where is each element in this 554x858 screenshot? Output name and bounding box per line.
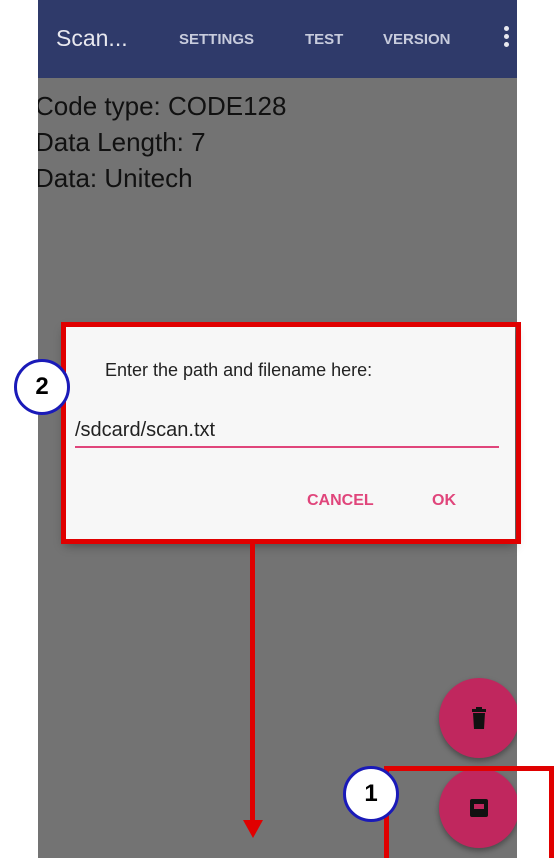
menu-settings[interactable]: SETTINGS (179, 31, 254, 48)
annotation-badge-2: 2 (14, 359, 70, 415)
more-vert-icon[interactable] (504, 26, 510, 52)
menu-test[interactable]: TEST (305, 31, 343, 48)
arrow-line (250, 544, 255, 824)
annotation-badge-1: 1 (343, 766, 399, 822)
fab-highlight-top (384, 766, 554, 771)
app-title: Scan... (56, 25, 128, 51)
arrow-down-icon (243, 820, 263, 838)
menu-version[interactable]: VERSION (383, 31, 451, 48)
data-length-text: Data Length: 7 (38, 127, 206, 157)
code-type-text: Code type: CODE128 (38, 91, 287, 121)
app-bar: Scan... SETTINGS TEST VERSION (38, 0, 517, 78)
save-icon (470, 799, 488, 817)
save-button[interactable] (439, 768, 517, 848)
dialog-highlight-frame (61, 322, 521, 544)
scan-result: Code type: CODE128 Data Length: 7 Data: … (38, 88, 286, 196)
data-text: Data: Unitech (38, 163, 193, 193)
delete-button[interactable] (439, 678, 517, 758)
trash-icon (472, 707, 486, 729)
fab-highlight-right (549, 766, 554, 858)
